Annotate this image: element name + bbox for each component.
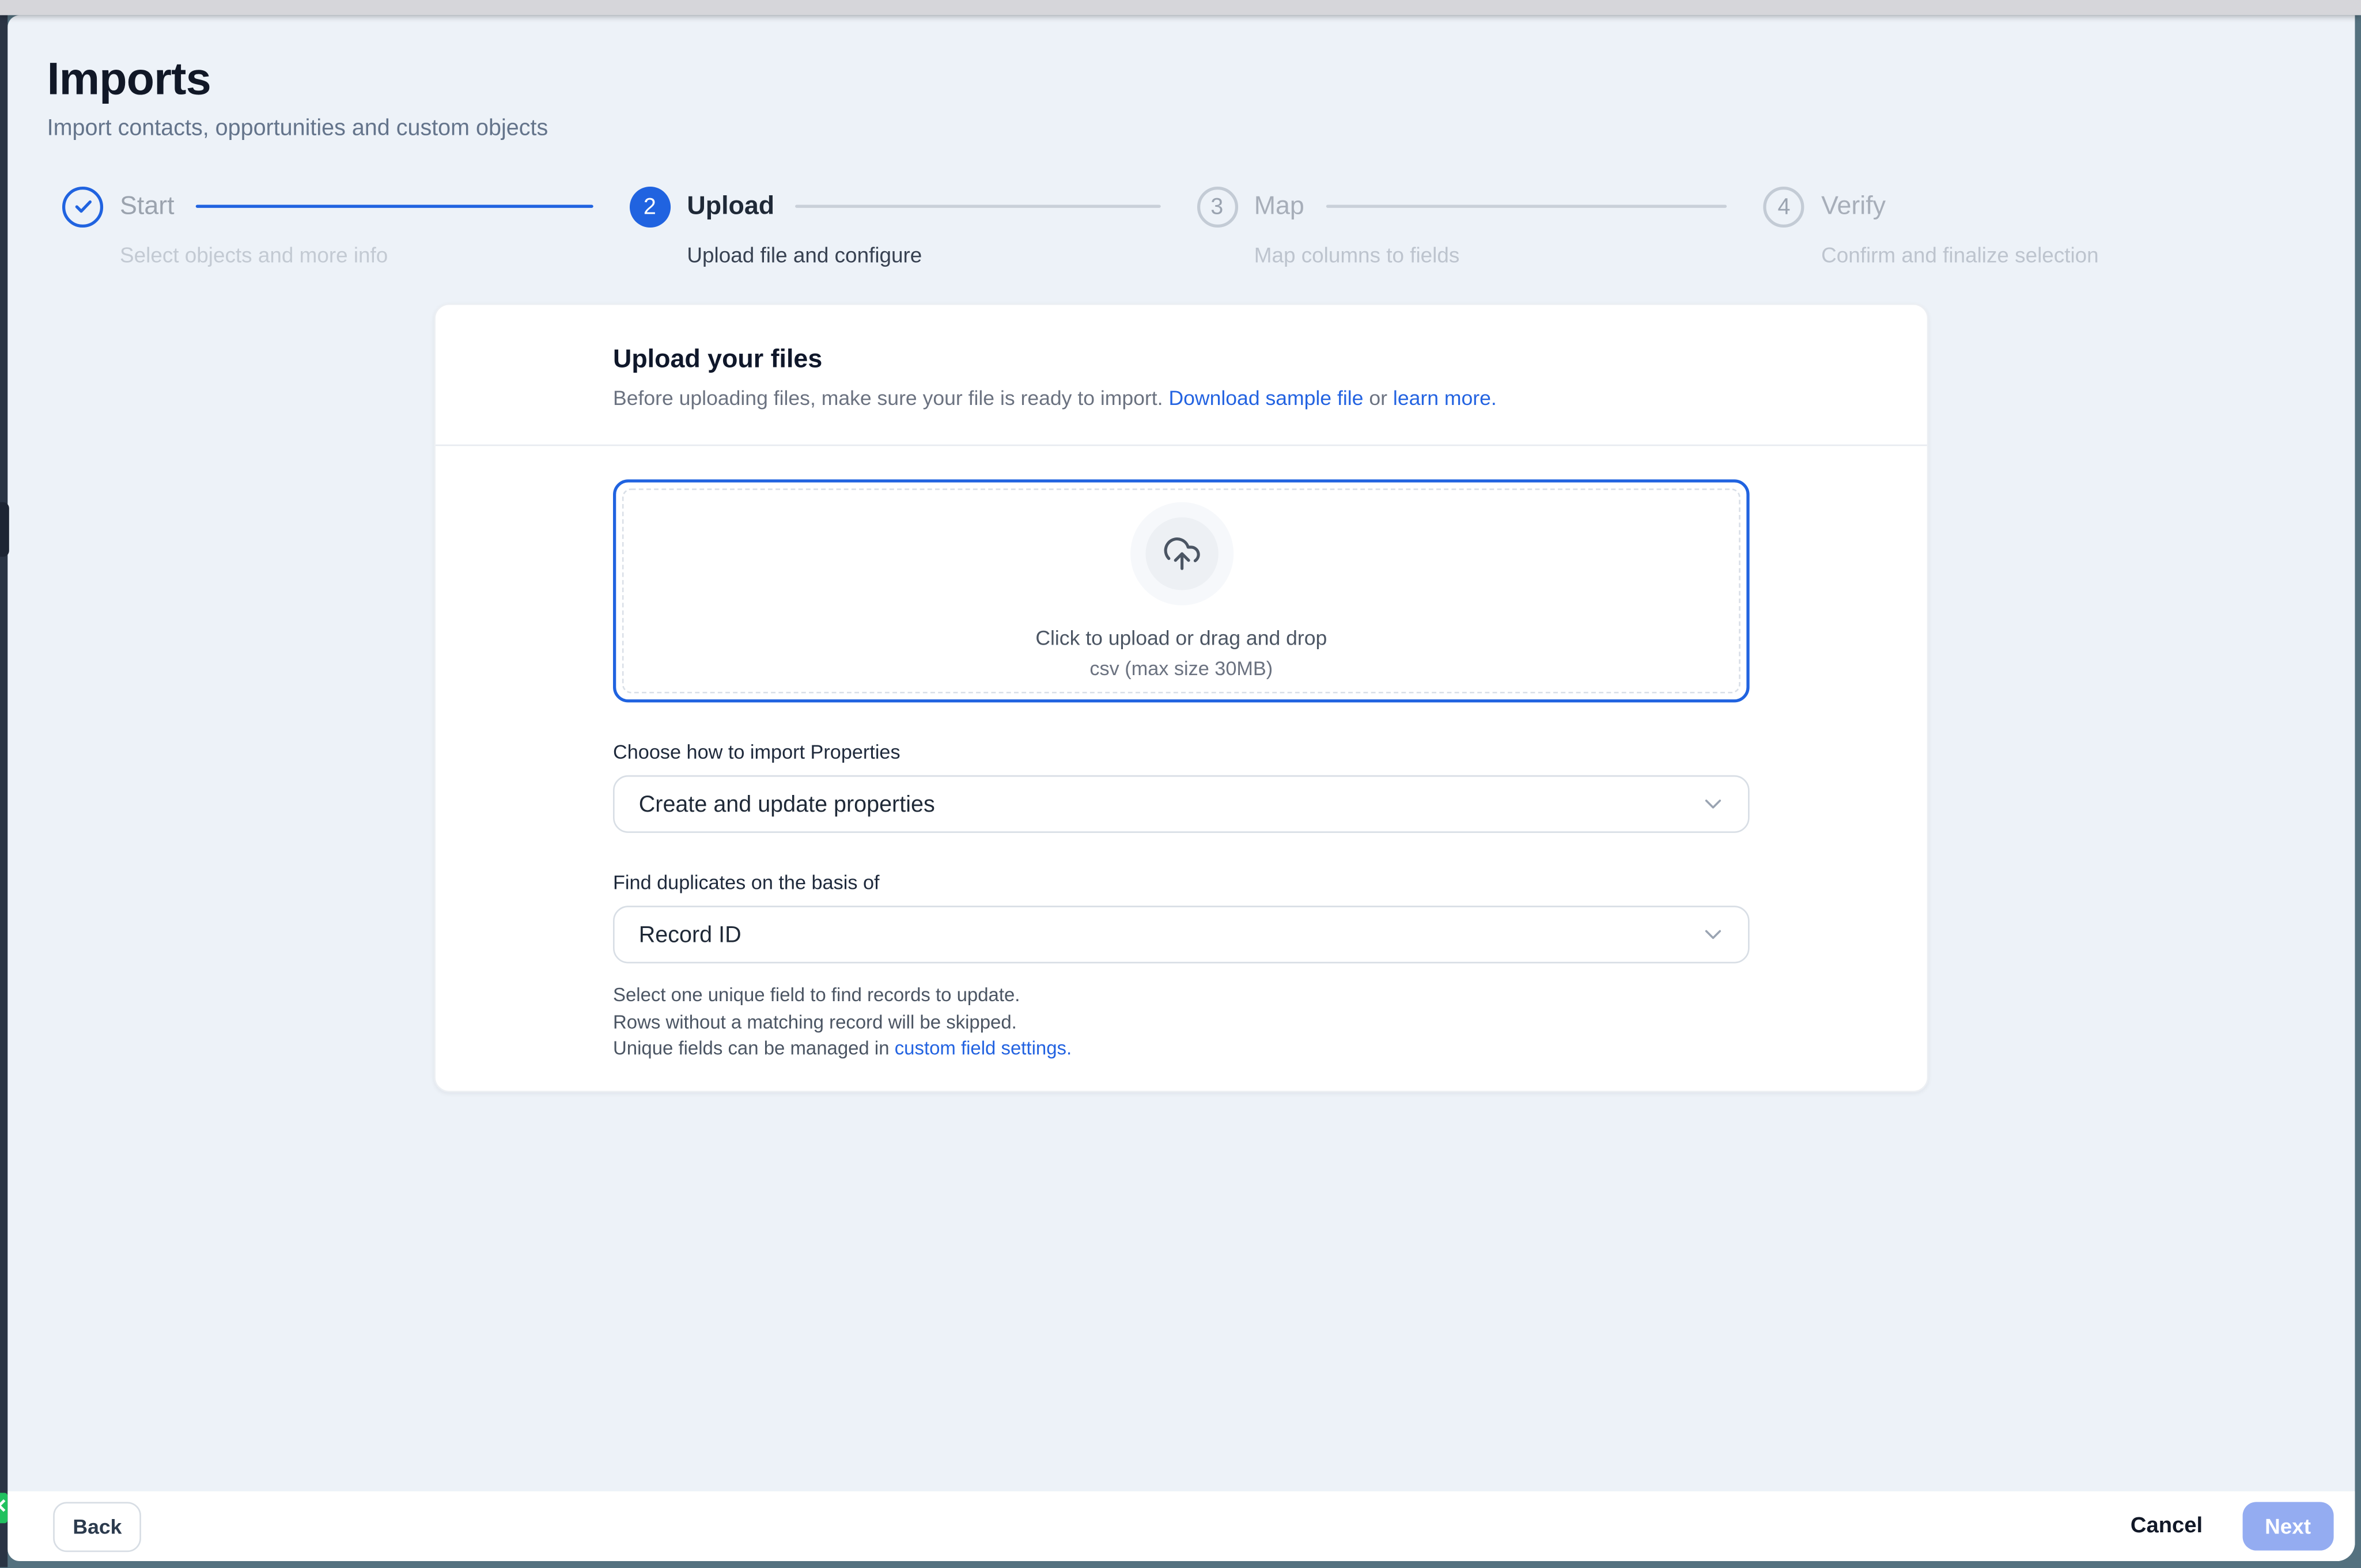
stepper: Start Select objects and more info 2 Upl… [47,185,2315,267]
custom-field-settings-link[interactable]: custom field settings. [895,1037,1072,1059]
wizard-footer: Back Cancel Next [7,1491,2355,1561]
help-line-2: Rows without a matching record will be s… [613,1010,1750,1036]
main-content: Imports Import contacts, opportunities a… [7,15,2355,1491]
screen: ✕ Imports Import contacts, opportunities… [0,0,2361,1567]
step-label: Start [120,191,175,222]
back-button[interactable]: Back [53,1501,141,1551]
help-line-3: Unique fields can be managed in custom f… [613,1036,1750,1063]
chevron-down-icon [1700,790,1727,817]
step-number-badge: 4 [1764,186,1804,227]
step-sublabel: Confirm and finalize selection [1821,243,2315,267]
file-dropzone[interactable]: Click to upload or drag and drop csv (ma… [613,479,1750,702]
stepper-step-map[interactable]: 3 Map Map columns to fields [1181,185,1748,267]
import-mode-select[interactable]: Create and update properties [613,775,1750,833]
upload-icon-circle [1145,517,1217,590]
spreadsheet-icon: ✕ [0,1493,7,1524]
learn-more-link[interactable]: learn more. [1393,387,1497,410]
page-subtitle: Import contacts, opportunities and custo… [47,114,2315,145]
step-connector [796,205,1160,208]
download-sample-file-link[interactable]: Download sample file [1168,387,1363,410]
step-label: Verify [1821,191,1886,222]
duplicates-label: Find duplicates on the basis of [613,871,1750,894]
step-sublabel: Map columns to fields [1254,243,1749,267]
step-connector [1326,205,1727,208]
cancel-button[interactable]: Cancel [2131,1514,2203,1538]
duplicates-select[interactable]: Record ID [613,906,1750,963]
stepper-step-upload[interactable]: 2 Upload Upload file and configure [614,185,1181,267]
dropzone-secondary-text: csv (max size 30MB) [1089,657,1273,680]
card-description: Before uploading files, make sure your f… [613,385,1750,412]
stepper-step-start[interactable]: Start Select objects and more info [47,185,614,267]
step-label: Upload [687,191,774,222]
step-complete-badge [62,186,103,227]
cloud-upload-icon [1161,534,1201,573]
step-number-badge: 2 [629,186,670,227]
upload-card-header: Upload your files Before uploading files… [436,305,1927,444]
help-line-1: Select one unique field to find records … [613,983,1750,1010]
help-line-3-text: Unique fields can be managed in [613,1037,890,1059]
stepper-step-verify[interactable]: 4 Verify Confirm and finalize selection [1749,185,2315,267]
upload-icon-halo [1130,502,1233,605]
upload-card-body: Click to upload or drag and drop csv (ma… [436,446,1927,1090]
dropzone-primary-text: Click to upload or drag and drop [1035,627,1327,650]
card-title: Upload your files [613,343,1750,376]
duplicates-help-text: Select one unique field to find records … [613,983,1750,1063]
background-edge-tab [0,502,9,557]
import-mode-value: Create and update properties [639,791,1700,817]
import-mode-label: Choose how to import Properties [613,740,1750,763]
duplicates-value: Record ID [639,922,1700,948]
next-button[interactable]: Next [2242,1502,2334,1550]
step-sublabel: Upload file and configure [687,243,1181,267]
window-top-strip [0,0,2361,15]
card-description-text: Before uploading files, make sure your f… [613,387,1163,410]
upload-card: Upload your files Before uploading files… [434,304,1928,1092]
page-title: Imports [47,55,2315,107]
step-number-badge: 3 [1197,186,1238,227]
chevron-down-icon [1700,921,1727,948]
check-icon [72,196,93,217]
step-label: Map [1254,191,1304,222]
card-description-or: or [1369,387,1387,410]
imports-window: Imports Import contacts, opportunities a… [7,15,2355,1561]
step-connector [195,205,593,208]
background-app-edge [0,15,7,1567]
step-sublabel: Select objects and more info [120,243,614,267]
